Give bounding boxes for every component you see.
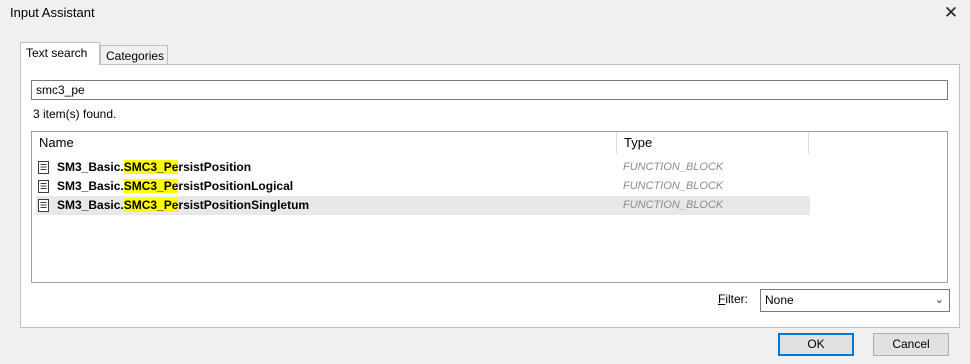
list-item-selected[interactable]: SM3_Basic.SMC3_PersistPositionSingletum …	[36, 196, 810, 215]
list-item[interactable]: SM3_Basic.SMC3_PersistPositionLogical FU…	[36, 177, 810, 196]
document-icon	[38, 161, 49, 174]
results-list[interactable]: Name Type SM3_Basic.SMC3_PersistPosition…	[31, 131, 948, 283]
column-header-type[interactable]: Type	[617, 132, 809, 154]
ok-button[interactable]: OK	[778, 333, 854, 356]
document-icon	[38, 180, 49, 193]
tab-categories[interactable]: Categories	[100, 45, 168, 65]
document-icon	[38, 199, 49, 212]
item-name: SM3_Basic.SMC3_PersistPosition	[57, 160, 252, 174]
item-type: FUNCTION_BLOCK	[623, 180, 724, 192]
results-count: 3 item(s) found.	[33, 107, 117, 121]
item-name: SM3_Basic.SMC3_PersistPositionLogical	[57, 179, 294, 193]
item-name: SM3_Basic.SMC3_PersistPositionSingletum	[57, 198, 310, 212]
tab-text-search[interactable]: Text search	[20, 42, 100, 65]
window-title: Input Assistant	[10, 5, 95, 20]
filter-selected-value: None	[765, 293, 794, 307]
title-bar: Input Assistant ✕	[0, 0, 970, 28]
item-type: FUNCTION_BLOCK	[623, 199, 724, 211]
item-type: FUNCTION_BLOCK	[623, 161, 724, 173]
chevron-down-icon: ⌄	[934, 294, 944, 306]
filter-dropdown[interactable]: None ⌄	[760, 289, 950, 312]
list-item[interactable]: SM3_Basic.SMC3_PersistPosition FUNCTION_…	[36, 158, 810, 177]
column-header-name[interactable]: Name	[32, 132, 617, 154]
cancel-button[interactable]: Cancel	[873, 333, 949, 356]
filter-label: Filter:	[718, 292, 749, 306]
close-icon[interactable]: ✕	[938, 1, 964, 25]
search-input[interactable]	[31, 80, 948, 100]
